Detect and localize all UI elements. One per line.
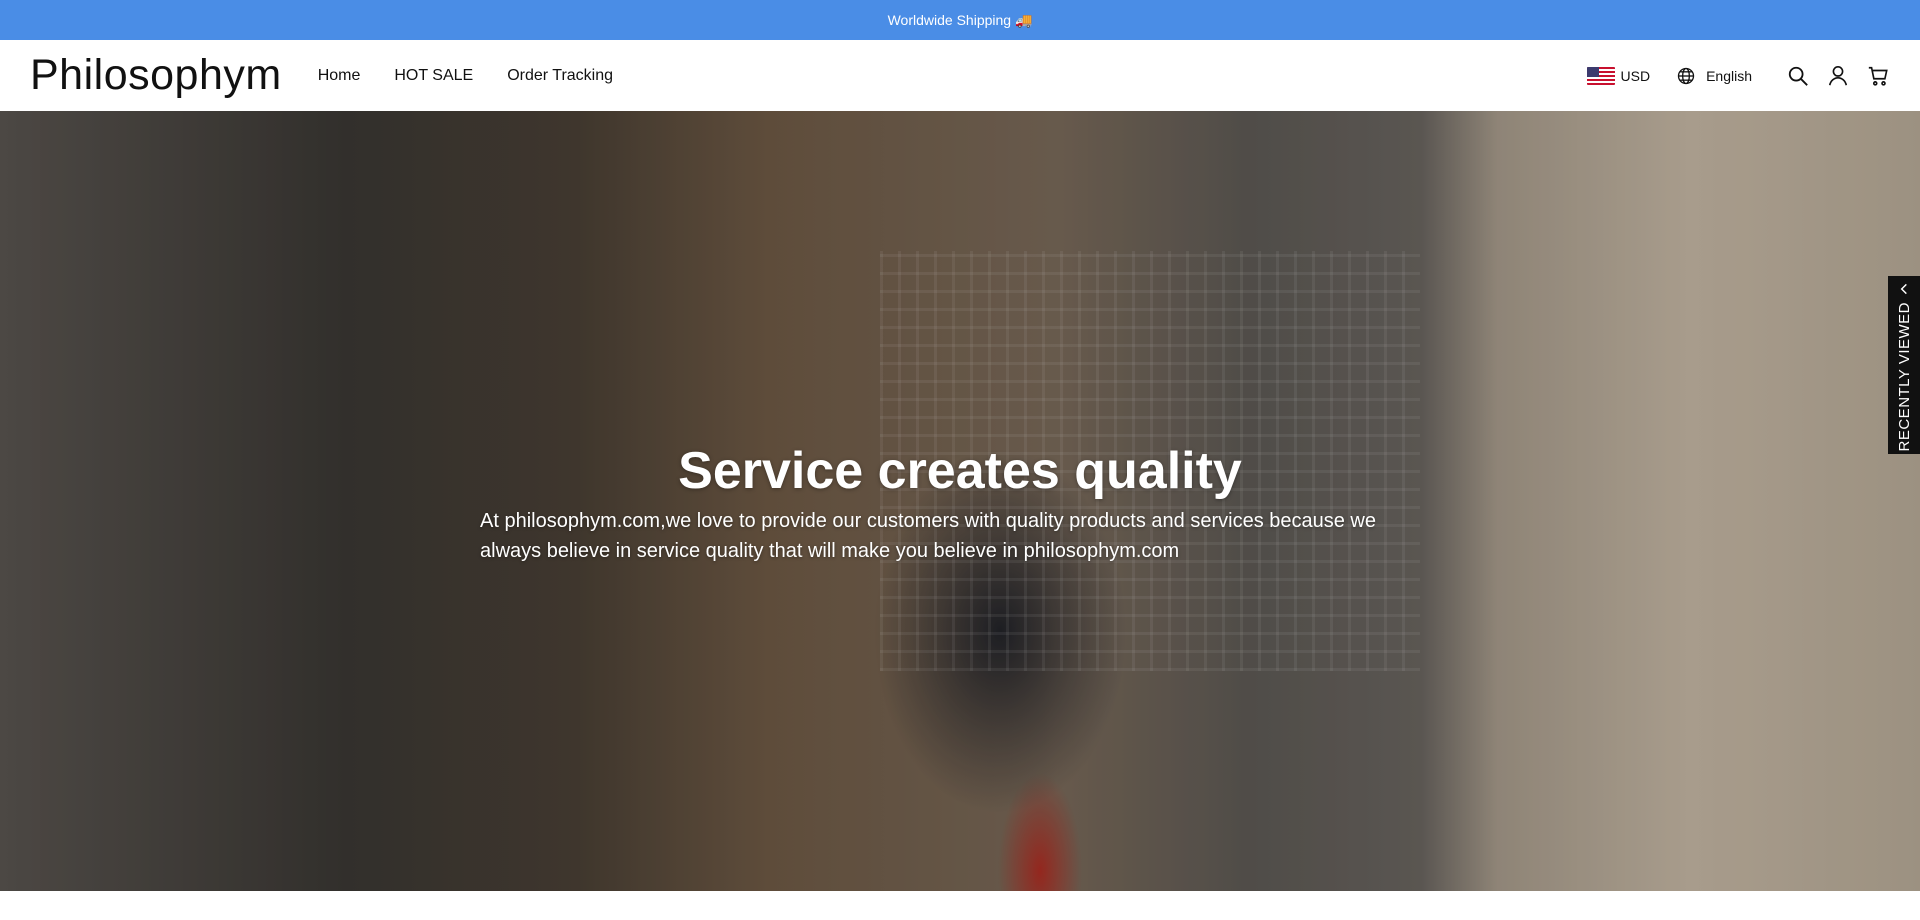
currency-selector[interactable]: USD bbox=[1586, 66, 1651, 85]
language-selector[interactable]: English bbox=[1676, 66, 1752, 86]
recently-viewed-label: RECENTLY VIEWED bbox=[1895, 302, 1913, 452]
recently-viewed-tab[interactable]: RECENTLY VIEWED bbox=[1888, 276, 1920, 454]
search-icon bbox=[1788, 66, 1808, 86]
nav-hot-sale[interactable]: HOT SALE bbox=[394, 67, 473, 85]
cart-button[interactable] bbox=[1866, 64, 1890, 88]
announcement-bar: Worldwide Shipping 🚚 bbox=[0, 0, 1920, 40]
hero-banner: Service creates quality At philosophym.c… bbox=[0, 111, 1920, 891]
globe-icon bbox=[1677, 67, 1695, 84]
hero-description: At philosophym.com,we love to provide ou… bbox=[480, 510, 1376, 562]
user-icon bbox=[1828, 65, 1848, 85]
nav-order-tracking[interactable]: Order Tracking bbox=[507, 67, 613, 85]
search-button[interactable] bbox=[1786, 64, 1810, 88]
account-button[interactable] bbox=[1826, 64, 1850, 88]
hero-title: Service creates quality bbox=[678, 442, 1242, 500]
site-logo[interactable]: Philosophym bbox=[30, 54, 282, 97]
us-flag-icon bbox=[1586, 66, 1615, 85]
cart-icon bbox=[1868, 66, 1888, 86]
announcement-text: Worldwide Shipping 🚚 bbox=[887, 11, 1033, 28]
site-header: Philosophym Home HOT SALE Order Tracking… bbox=[0, 40, 1920, 111]
nav-home[interactable]: Home bbox=[318, 67, 361, 85]
language-label: English bbox=[1706, 67, 1752, 84]
main-nav: Home HOT SALE Order Tracking bbox=[318, 67, 613, 85]
chevron-left-icon bbox=[1900, 283, 1907, 295]
currency-label: USD bbox=[1620, 67, 1651, 84]
header-actions: USD English bbox=[1586, 64, 1890, 88]
